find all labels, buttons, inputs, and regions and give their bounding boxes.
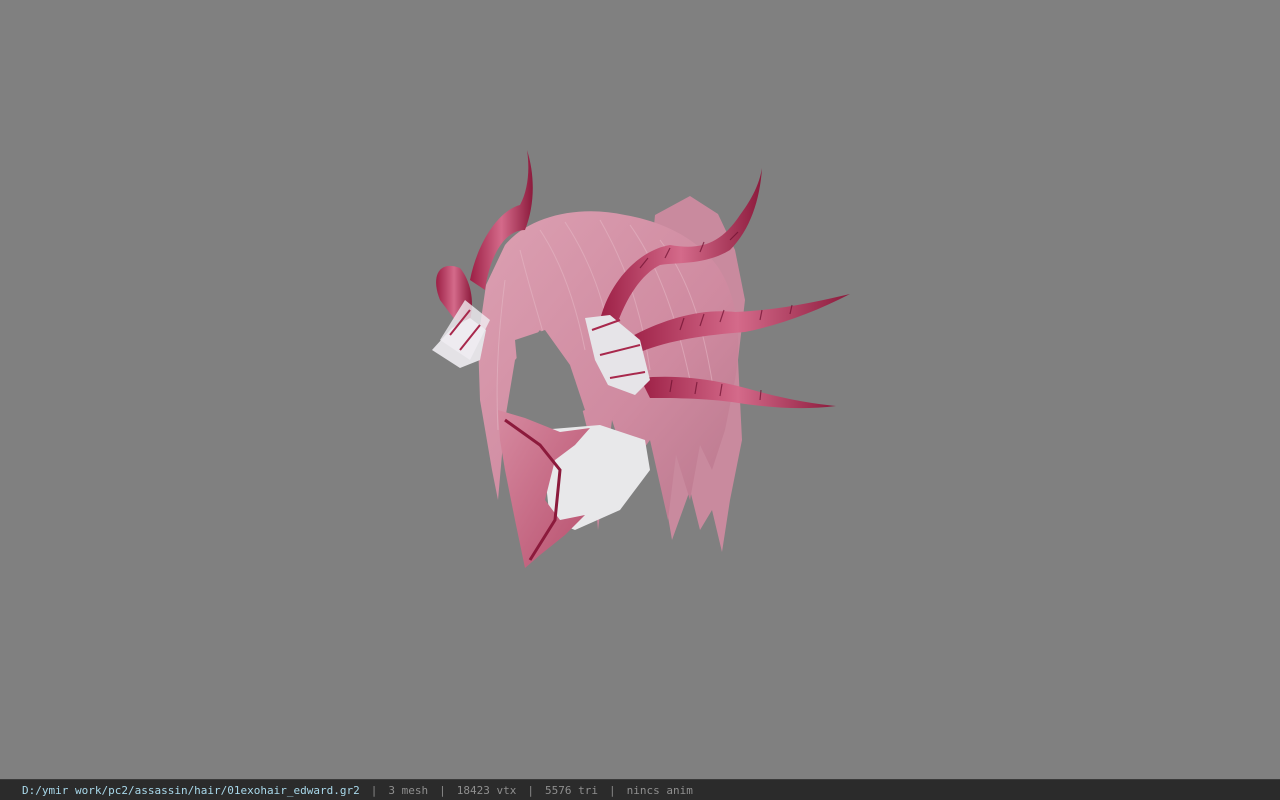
3d-viewport[interactable] [0,0,1280,779]
separator: | [370,783,378,797]
mesh-count: 3 mesh [388,783,429,797]
vertex-count: 18423 vtx [456,783,517,797]
separator: | [527,783,534,797]
separator: | [439,783,446,797]
triangle-count: 5576 tri [545,783,598,797]
animation-status: nincs anim [626,783,693,797]
hair-model-render [432,150,850,568]
file-path: D:/ymir work/pc2/assassin/hair/01exohair… [22,783,360,797]
status-bar: D:/ymir work/pc2/assassin/hair/01exohair… [0,779,1280,800]
separator: | [608,783,616,797]
